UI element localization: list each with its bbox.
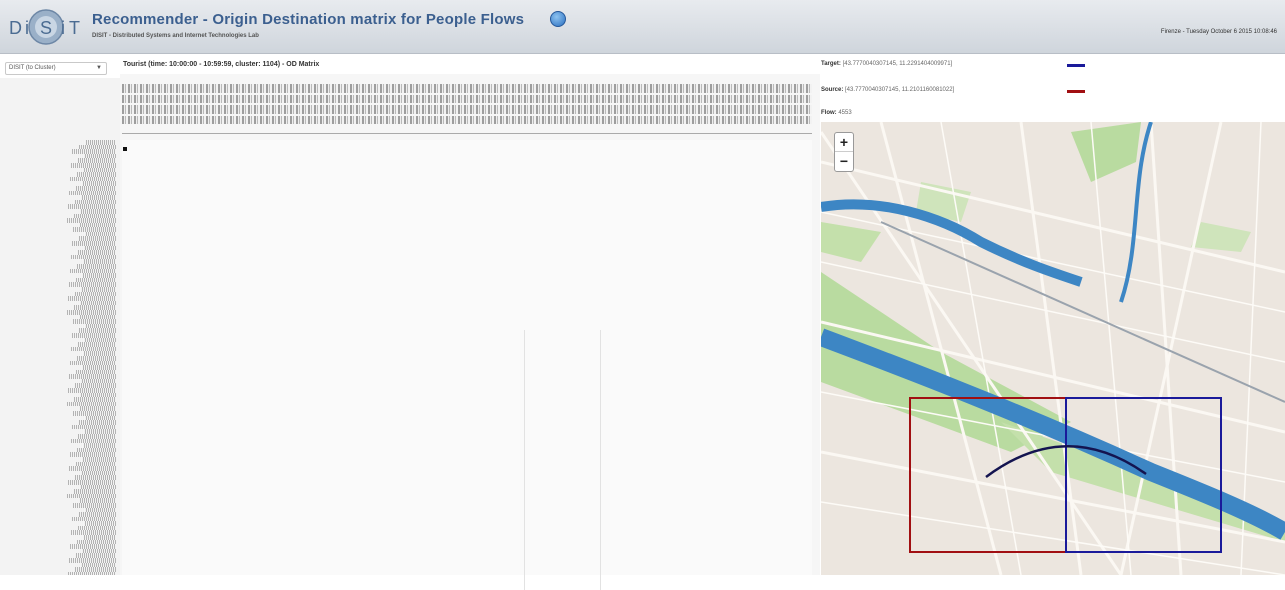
flow-label: Flow: xyxy=(821,110,837,116)
flow-info: Flow: 4553 xyxy=(821,110,1091,116)
cluster-select[interactable]: DISIT (to Cluster) ▼ xyxy=(5,62,107,75)
target-info: Target: [43.7770040307145, 11.2291404009… xyxy=(821,61,1091,67)
page-title: Recommender - Origin Destination matrix … xyxy=(92,11,525,28)
chevron-down-icon: ▼ xyxy=(96,65,102,71)
cluster-select-value: DISIT (to Cluster) xyxy=(9,65,56,71)
map-view[interactable] xyxy=(821,122,1285,575)
target-label: Target: xyxy=(821,61,841,67)
matrix-cell-selected[interactable] xyxy=(123,147,127,151)
svg-text:T: T xyxy=(69,18,80,38)
map-zoom-control: + − xyxy=(834,132,854,172)
od-matrix-grid[interactable] xyxy=(122,140,812,590)
target-value: [43.7770040307145, 11.2291404009971] xyxy=(842,61,953,67)
svg-text:S: S xyxy=(40,18,52,38)
matrix-row-labels xyxy=(66,140,116,575)
current-datetime: Firenze - Tuesday October 6 2015 10:08:4… xyxy=(1160,29,1277,35)
app-header: D i S i T Recommender - Origin Destinati… xyxy=(0,0,1285,54)
disit-logo: D i S i T xyxy=(9,9,80,45)
flow-value: 4553 xyxy=(838,110,852,116)
svg-text:i: i xyxy=(25,18,29,38)
source-label: Source: xyxy=(821,87,844,93)
map-tiles xyxy=(821,122,1285,575)
source-info: Source: [43.7770040307145, 11.2101160081… xyxy=(821,87,1091,93)
source-legend-swatch xyxy=(1067,90,1085,93)
svg-text:D: D xyxy=(9,18,22,38)
zoom-in-button[interactable]: + xyxy=(835,133,853,152)
matrix-column-labels xyxy=(122,84,812,134)
svg-text:i: i xyxy=(61,18,65,38)
zoom-out-button[interactable]: − xyxy=(835,152,853,171)
source-value: [43.7770040307145, 11.2101160081022] xyxy=(845,87,955,93)
help-icon[interactable] xyxy=(550,11,566,27)
matrix-title: Tourist (time: 10:00:00 - 10:59:59, clus… xyxy=(123,61,320,68)
target-legend-swatch xyxy=(1067,64,1085,67)
page-subtitle: DISIT - Distributed Systems and Internet… xyxy=(92,33,259,39)
